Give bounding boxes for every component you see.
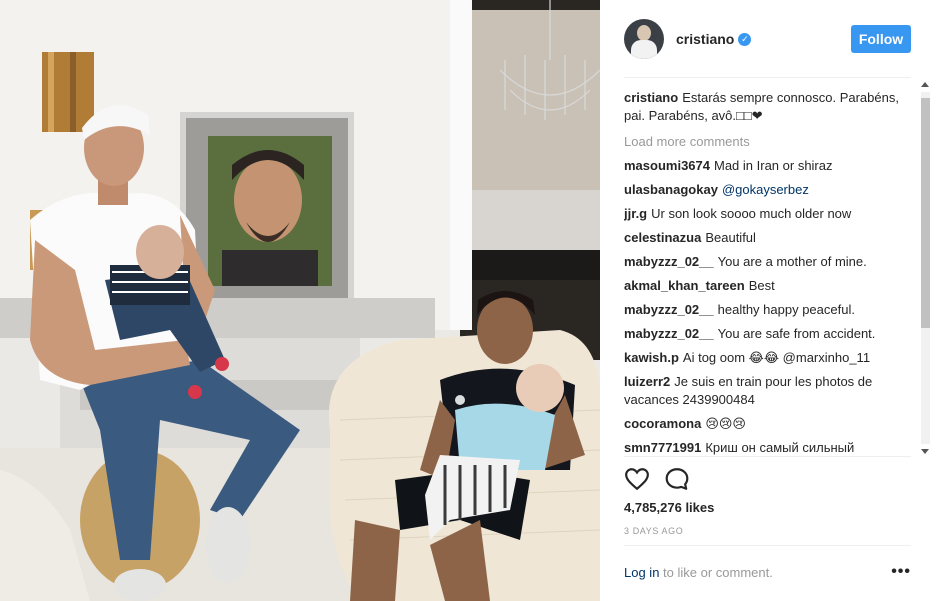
load-more-comments-link[interactable]: Load more comments: [624, 133, 911, 151]
comment-item: celestinazua Beautiful: [624, 229, 911, 247]
comment-username[interactable]: akmal_khan_tareen: [624, 278, 745, 293]
instagram-post-modal: cristiano ✓ Follow cristiano Estarás semp…: [0, 0, 936, 601]
post-photo[interactable]: [0, 0, 600, 601]
comment-item: mabyzzz_02__ healthy happy peaceful.: [624, 301, 911, 319]
comment-username[interactable]: smn7771991: [624, 440, 701, 455]
login-prompt-text: to like or comment.: [659, 565, 773, 580]
comment-item: masoumi3674 Mad in Iran or shiraz: [624, 157, 911, 175]
scroll-thumb[interactable]: [921, 98, 930, 328]
comment-text: You are a mother of mine.: [717, 254, 867, 269]
comment-username[interactable]: masoumi3674: [624, 158, 710, 173]
post-timestamp: 3 DAYS AGO: [624, 526, 684, 536]
follow-button[interactable]: Follow: [851, 25, 911, 53]
comment-username[interactable]: mabyzzz_02__: [624, 254, 714, 269]
comment-item: cocoramona 😢😢😢: [624, 415, 911, 433]
comment-username[interactable]: luizerr2: [624, 374, 670, 389]
post-header: cristiano ✓ Follow: [624, 18, 911, 60]
comment-text: Ai tog oom 😂😂 @marxinho_11: [682, 350, 871, 365]
footer-divider: [624, 545, 911, 546]
avatar[interactable]: [624, 19, 664, 59]
comment-username[interactable]: cocoramona: [624, 416, 701, 431]
header-divider: [624, 77, 911, 78]
heart-outline-icon[interactable]: [624, 466, 650, 492]
comments-scrollbar[interactable]: [917, 80, 934, 456]
comment-username[interactable]: celestinazua: [624, 230, 701, 245]
family-portrait-photo: [0, 0, 600, 601]
comment-username[interactable]: mabyzzz_02__: [624, 302, 714, 317]
more-dots-icon[interactable]: •••: [891, 564, 911, 580]
comment-mention-link[interactable]: @gokayserbez: [722, 182, 809, 197]
comment-username[interactable]: ulasbanagokay: [624, 182, 718, 197]
comment-text: Криш он самый сильный: [705, 440, 855, 455]
caption: cristiano Estarás sempre connosco. Parabé…: [624, 89, 911, 125]
speech-bubble-icon[interactable]: [664, 466, 690, 492]
login-link[interactable]: Log in: [624, 565, 659, 580]
comment-text: 😢😢😢: [705, 416, 746, 431]
comment-item: smn7771991 Криш он самый сильный: [624, 439, 911, 456]
caption-username[interactable]: cristiano: [624, 90, 678, 105]
scroll-up-arrow-icon[interactable]: [921, 82, 929, 87]
comment-item: luizerr2 Je suis en train pour les photos…: [624, 373, 911, 409]
comment-text: Mad in Iran or shiraz: [714, 158, 833, 173]
comment-text: Ur son look soooo much older now: [651, 206, 852, 221]
comment-username[interactable]: jjr.g: [624, 206, 647, 221]
comment-username[interactable]: mabyzzz_02__: [624, 326, 714, 341]
comment-item: ulasbanagokay @gokayserbez: [624, 181, 911, 199]
comments-list[interactable]: cristiano Estarás sempre connosco. Parabé…: [624, 89, 911, 456]
login-prompt: Log in to like or comment. •••: [624, 564, 911, 581]
comment-text: Beautiful: [705, 230, 756, 245]
comment-text: You are safe from accident.: [717, 326, 876, 341]
comment-username[interactable]: kawish.p: [624, 350, 679, 365]
comment-text: healthy happy peaceful.: [717, 302, 855, 317]
username-link[interactable]: cristiano: [676, 31, 734, 47]
action-bar: [624, 466, 704, 492]
scroll-down-arrow-icon[interactable]: [921, 449, 929, 454]
comment-item: kawish.p Ai tog oom 😂😂 @marxinho_11: [624, 349, 911, 367]
comments-divider: [624, 456, 911, 457]
post-side-panel: cristiano ✓ Follow cristiano Estarás semp…: [600, 0, 936, 601]
comment-item: mabyzzz_02__ You are safe from accident.: [624, 325, 911, 343]
likes-count[interactable]: 4,785,276 likes: [624, 500, 714, 515]
verified-badge-icon: ✓: [738, 32, 752, 46]
comment-text: Best: [748, 278, 775, 293]
comment-item: jjr.g Ur son look soooo much older now: [624, 205, 911, 223]
comment-item: mabyzzz_02__ You are a mother of mine.: [624, 253, 911, 271]
comment-item: akmal_khan_tareen Best: [624, 277, 911, 295]
